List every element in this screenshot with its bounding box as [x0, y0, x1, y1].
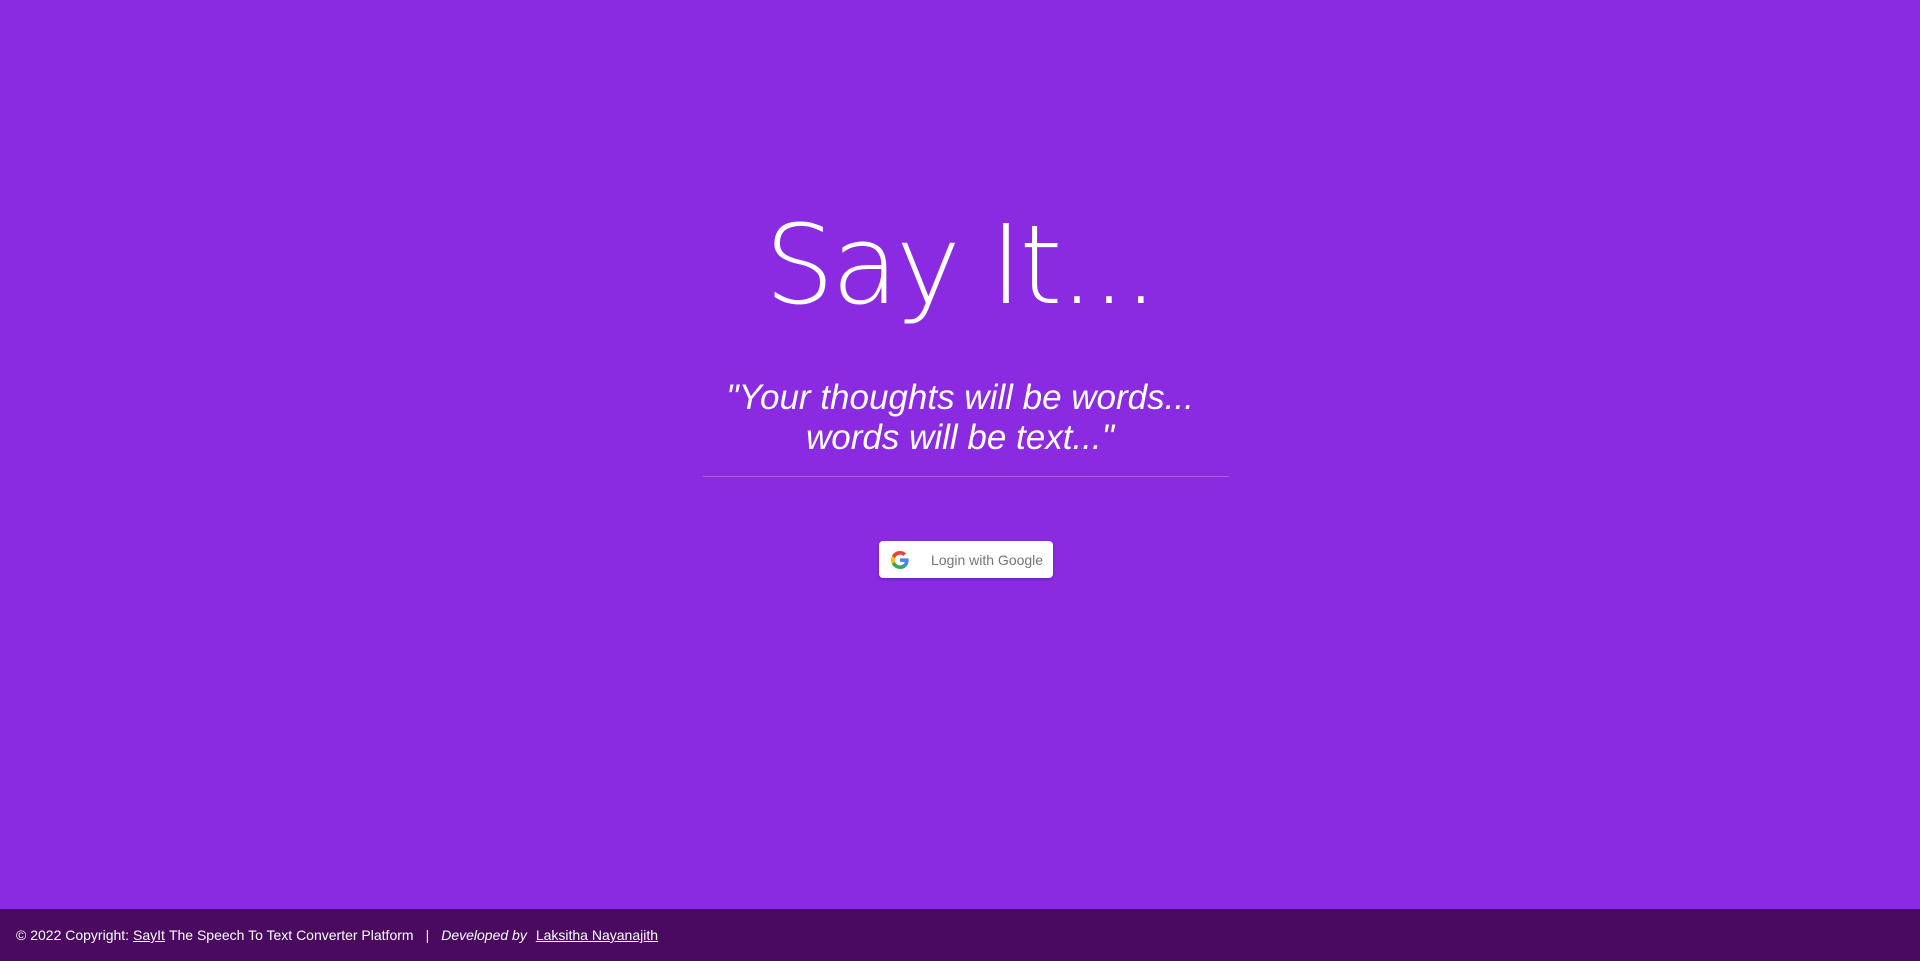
footer: © 2022 Copyright: SayIt The Speech To Te…: [0, 909, 1920, 961]
tagline-line-1: "Your thoughts will be words...: [726, 378, 1194, 417]
divider: [703, 476, 1229, 477]
platform-text: The Speech To Text Converter Platform: [168, 927, 414, 943]
tagline-line-2: words will be text...": [805, 418, 1115, 457]
login-button-label: Login with Google: [931, 551, 1044, 568]
tagline: "Your thoughts will be words... words wi…: [0, 378, 1920, 458]
google-icon: [891, 550, 909, 569]
hero-section: Say It... "Your thoughts will be words..…: [0, 0, 1920, 909]
developed-by-text: Developed by: [441, 927, 527, 943]
brand-link[interactable]: SayIt: [133, 927, 165, 943]
login-with-google-button[interactable]: Login with Google: [879, 541, 1053, 578]
footer-separator: |: [425, 927, 430, 943]
app-title: Say It...: [764, 201, 1159, 329]
developer-link[interactable]: Laksitha Nayanajith: [536, 927, 658, 943]
copyright-text: © 2022 Copyright:: [16, 927, 130, 943]
